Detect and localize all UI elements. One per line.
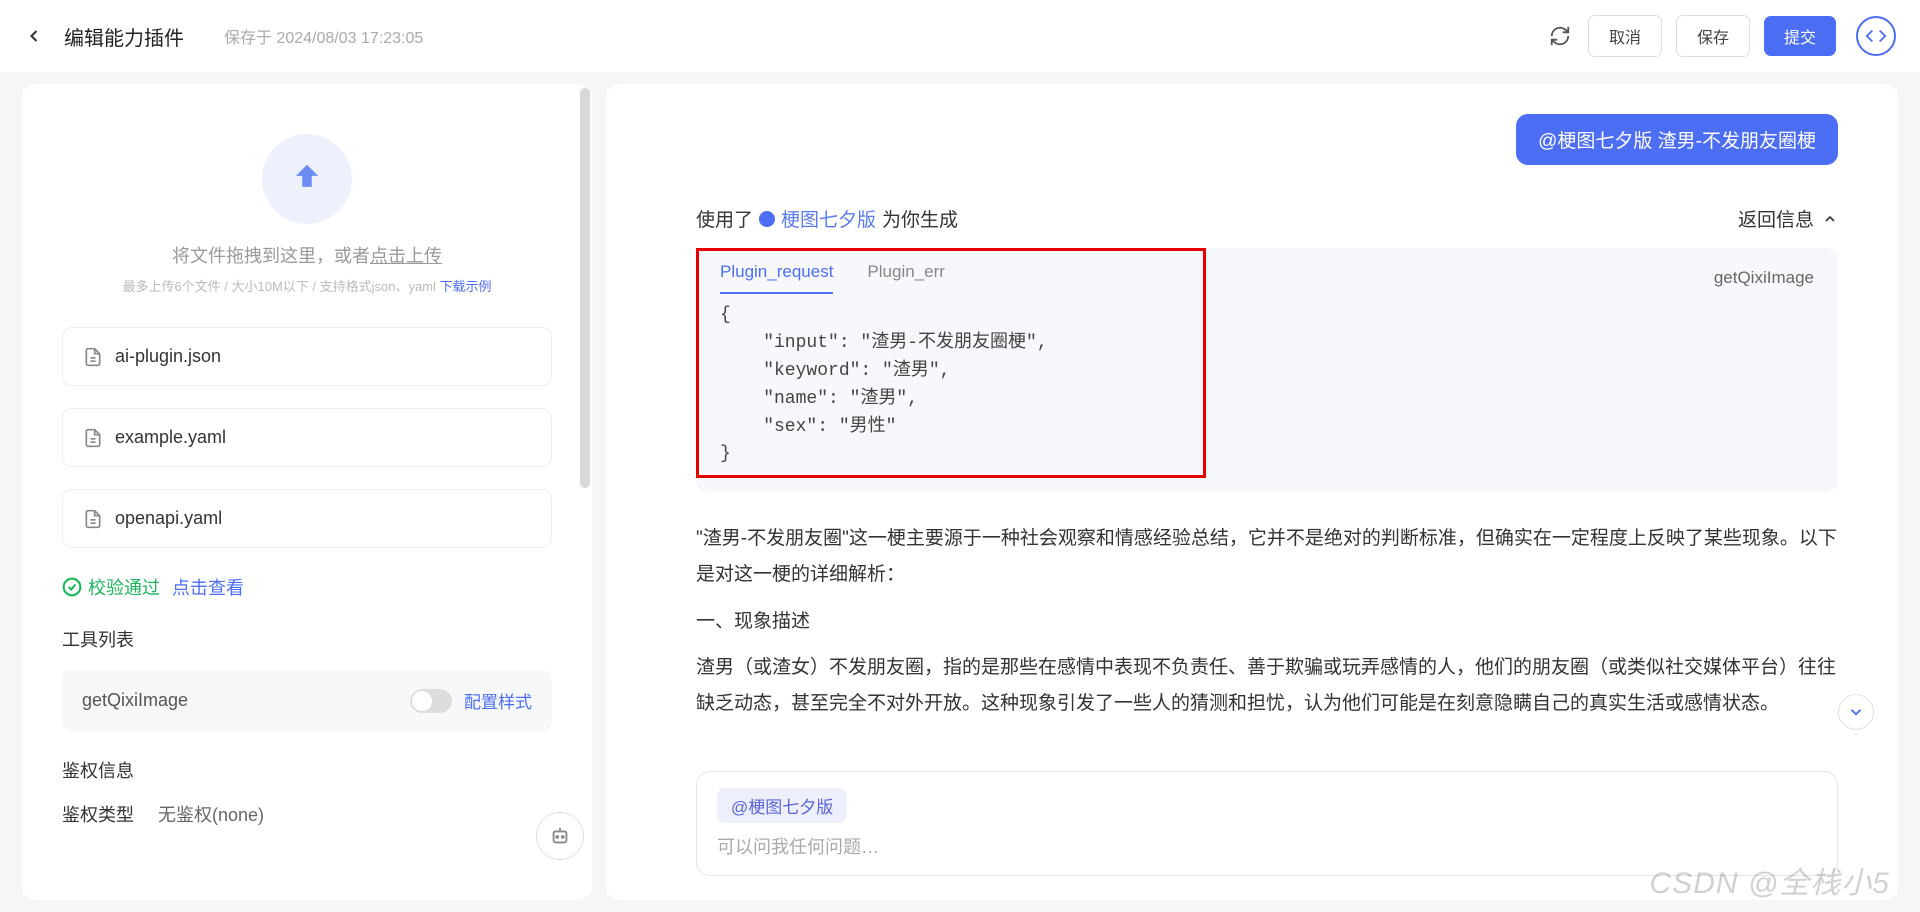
submit-button[interactable]: 提交 bbox=[1764, 16, 1836, 56]
tool-name: getQixiImage bbox=[82, 690, 188, 711]
back-icon[interactable] bbox=[24, 26, 44, 46]
chevron-down-icon bbox=[1847, 703, 1865, 721]
page-title: 编辑能力插件 bbox=[64, 22, 184, 51]
mention-chip[interactable]: @梗图七夕版 bbox=[717, 788, 847, 823]
robot-icon bbox=[549, 825, 571, 847]
chevron-up-icon bbox=[1822, 211, 1838, 227]
file-item[interactable]: openapi.yaml bbox=[62, 489, 552, 548]
download-sample-link[interactable]: 下载示例 bbox=[440, 279, 492, 294]
left-panel: 将文件拖拽到这里，或者点击上传 最多上传6个文件 / 大小10M以下 / 支持格… bbox=[22, 84, 592, 900]
function-name: getQixiImage bbox=[1714, 268, 1814, 288]
file-item[interactable]: ai-plugin.json bbox=[62, 327, 552, 386]
auth-type-label: 鉴权类型 bbox=[62, 801, 134, 827]
control-button[interactable] bbox=[536, 812, 584, 860]
answer-content: "渣男-不发朋友圈"这一梗主要源于一种社会观察和情感经验总结，它并不是绝对的判断… bbox=[696, 521, 1838, 721]
tool-item: getQixiImage 配置样式 bbox=[62, 670, 552, 731]
saved-timestamp: 保存于 2024/08/03 17:23:05 bbox=[224, 24, 423, 48]
request-box: Plugin_request Plugin_err getQixiImage {… bbox=[696, 248, 1838, 493]
code-block: { "input": "渣男-不发朋友圈梗", "keyword": "渣男",… bbox=[696, 294, 1838, 493]
auth-title: 鉴权信息 bbox=[62, 757, 552, 783]
upload-icon bbox=[262, 134, 352, 224]
upload-hint: 最多上传6个文件 / 大小10M以下 / 支持格式json、yaml 下载示例 bbox=[62, 276, 552, 295]
save-button[interactable]: 保存 bbox=[1676, 15, 1750, 57]
right-panel: @梗图七夕版 渣男-不发朋友圈梗 使用了 梗图七夕版 为你生成 返回信息 bbox=[606, 84, 1898, 900]
used-plugin-row: 使用了 梗图七夕版 为你生成 bbox=[696, 205, 958, 232]
user-message: @梗图七夕版 渣男-不发朋友圈梗 bbox=[1516, 114, 1838, 165]
scrollbar-thumb[interactable] bbox=[580, 88, 590, 488]
file-item[interactable]: example.yaml bbox=[62, 408, 552, 467]
auth-type-value: 无鉴权(none) bbox=[158, 801, 264, 827]
scrollbar[interactable] bbox=[578, 88, 592, 896]
chat-input[interactable]: @梗图七夕版 可以问我任何问题… bbox=[696, 771, 1838, 876]
tool-toggle[interactable] bbox=[410, 689, 452, 713]
file-name: openapi.yaml bbox=[115, 508, 222, 529]
upload-area[interactable]: 将文件拖拽到这里，或者点击上传 最多上传6个文件 / 大小10M以下 / 支持格… bbox=[62, 104, 552, 305]
cancel-button[interactable]: 取消 bbox=[1588, 15, 1662, 57]
file-name: ai-plugin.json bbox=[115, 346, 221, 367]
expand-down-button[interactable] bbox=[1838, 694, 1874, 730]
upload-text: 将文件拖拽到这里，或者点击上传 bbox=[62, 242, 552, 268]
header: 编辑能力插件 保存于 2024/08/03 17:23:05 取消 保存 提交 bbox=[0, 0, 1920, 72]
input-placeholder: 可以问我任何问题… bbox=[717, 833, 1817, 859]
file-name: example.yaml bbox=[115, 427, 226, 448]
file-icon bbox=[83, 509, 103, 529]
refresh-icon[interactable] bbox=[1546, 22, 1574, 50]
check-circle-icon bbox=[62, 577, 82, 597]
code-icon[interactable] bbox=[1856, 16, 1896, 56]
config-style-link[interactable]: 配置样式 bbox=[464, 688, 532, 713]
file-icon bbox=[83, 428, 103, 448]
tab-plugin-err[interactable]: Plugin_err bbox=[867, 262, 945, 294]
validate-pass: 校验通过 bbox=[62, 574, 160, 600]
click-upload-link[interactable]: 点击上传 bbox=[370, 246, 442, 266]
tools-title: 工具列表 bbox=[62, 626, 552, 652]
plugin-name[interactable]: 梗图七夕版 bbox=[781, 205, 876, 232]
return-info-toggle[interactable]: 返回信息 bbox=[1738, 205, 1838, 232]
tab-plugin-request[interactable]: Plugin_request bbox=[720, 262, 833, 294]
view-link[interactable]: 点击查看 bbox=[172, 574, 244, 600]
file-icon bbox=[83, 347, 103, 367]
plugin-dot-icon bbox=[759, 211, 775, 227]
